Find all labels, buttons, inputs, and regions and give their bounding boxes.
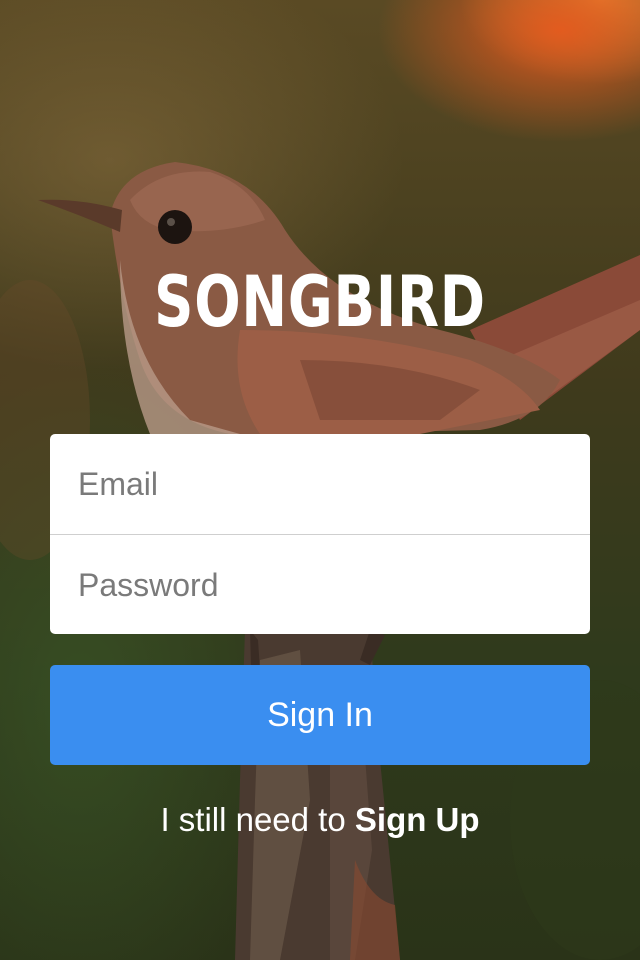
password-field[interactable] — [50, 535, 590, 634]
songbird-logo: SONGBIRD — [154, 261, 486, 343]
signup-prompt-text: I still need to — [160, 801, 355, 838]
signup-prompt: I still need to Sign Up — [0, 798, 640, 842]
sign-in-button[interactable]: Sign In — [50, 665, 590, 765]
login-form-card — [50, 434, 590, 634]
email-field[interactable] — [50, 434, 590, 534]
sign-up-link[interactable]: Sign Up — [355, 801, 480, 838]
